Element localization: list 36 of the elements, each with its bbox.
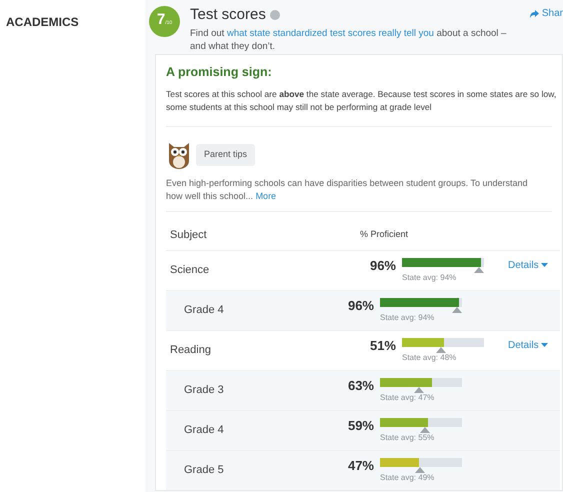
percent-text: 51%: [368, 336, 397, 354]
intro-text: Find out what state standardized test scores really tell you about a school – and what they don’t.: [190, 26, 508, 52]
percent-text: 59%: [346, 416, 375, 434]
details-link[interactable]: Details: [508, 258, 548, 273]
info-link[interactable]: what state standardized test scores really tell you: [226, 28, 434, 38]
state-average-text: State avg: 49%: [380, 472, 436, 483]
state-average-text: State avg: 94%: [402, 272, 458, 283]
percent-text: 47%: [346, 456, 375, 474]
subject-label: Reading: [170, 343, 212, 358]
section-heading: ACADEMICS: [6, 15, 79, 29]
state-average-text: State avg: 94%: [380, 312, 436, 323]
owl-icon: [166, 140, 192, 169]
state-average-text: State avg: 47%: [380, 392, 436, 403]
caret-icon: [540, 343, 548, 348]
column-header: Subject: [170, 228, 208, 242]
percent-text: 96%: [368, 256, 397, 274]
subject-label: Grade 5: [184, 463, 225, 478]
tips-text: Even high-performing schools can have disparities between student groups. To understand how well this school... More: [166, 176, 529, 203]
share-icon: [530, 10, 539, 18]
parent-tips-label: Parent tips: [196, 144, 256, 166]
share-button[interactable]: Shar: [530, 6, 563, 21]
section-title: Test scores: [190, 5, 266, 25]
column-header: % Proficient: [360, 228, 408, 241]
summary-heading: A promising sign:: [166, 64, 273, 81]
subject-label: Grade 4: [184, 303, 225, 318]
subject-label: Science: [170, 263, 210, 278]
state-average-text: State avg: 48%: [402, 352, 458, 363]
more-link[interactable]: More: [256, 190, 276, 201]
state-average-text: State avg: 55%: [380, 432, 436, 443]
percent-text: 63%: [346, 376, 375, 394]
subject-label: Grade 3: [184, 383, 225, 398]
details-link[interactable]: Details: [508, 338, 548, 353]
caret-icon: [540, 263, 548, 268]
subject-label: Grade 4: [184, 423, 225, 438]
percent-text: 96%: [346, 296, 375, 314]
summary-text: Test scores at this school are above the state average. Because test scores in some states are so low, some students at this school may still not be performing at grade level: [166, 88, 558, 114]
